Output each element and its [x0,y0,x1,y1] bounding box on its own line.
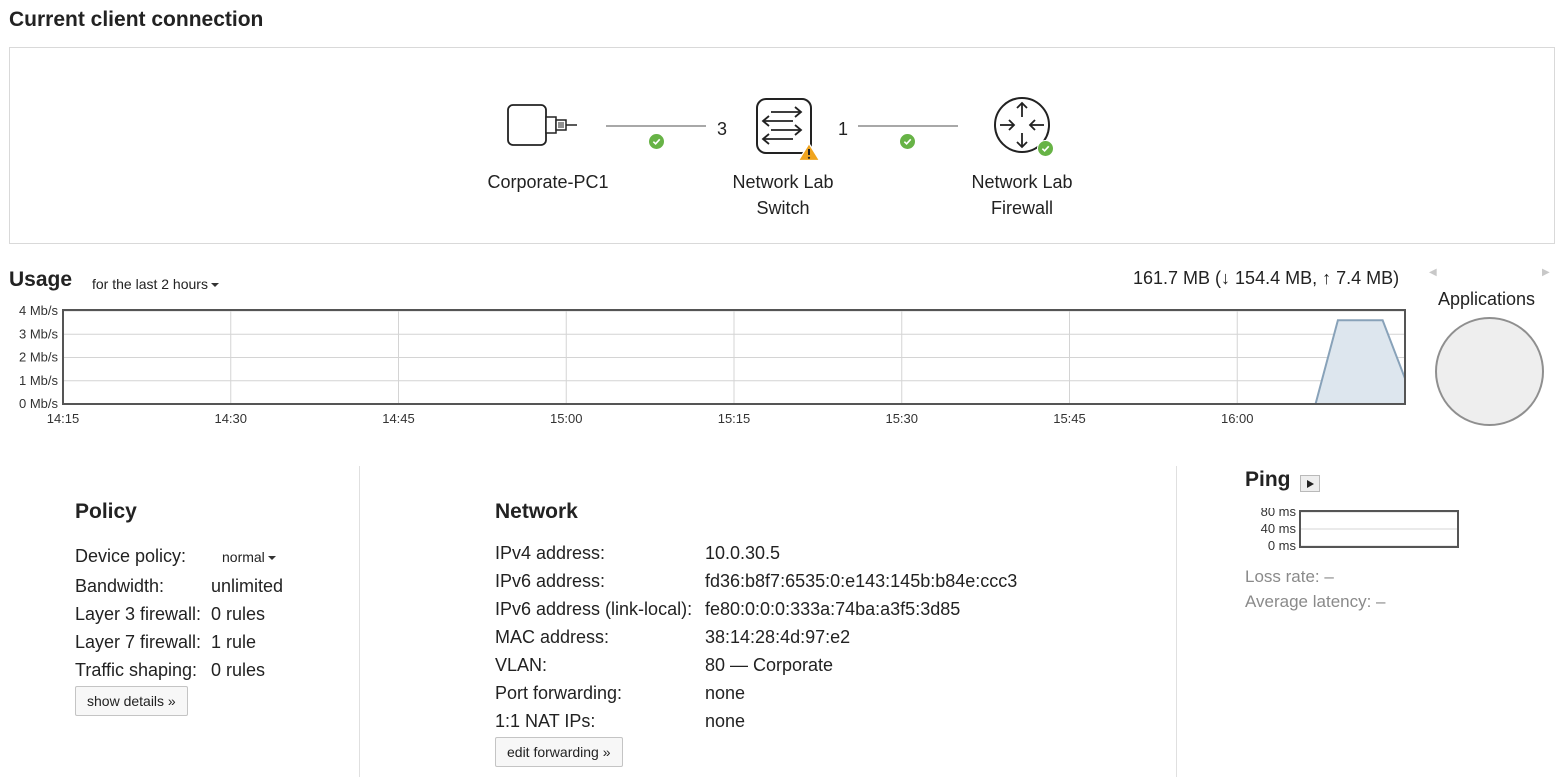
device-label-switch[interactable]: Network Lab Switch [713,169,853,221]
policy-value: 0 rules [211,604,266,624]
network-label: IPv6 address: [495,571,606,591]
network-value: 80 — Corporate [705,655,834,675]
x-tick-label: 16:00 [1221,411,1254,426]
y-tick-label: 0 ms [1268,538,1297,553]
applications-pie-chart [1435,317,1544,426]
loss-rate: Loss rate: – [1245,567,1334,586]
network-value: none [705,683,746,703]
policy-value: unlimited [211,576,284,596]
network-value: fe80:0:0:0:333a:74ba:a3f5:3d85 [705,599,961,619]
y-tick-label: 2 Mb/s [19,350,59,365]
y-tick-label: 4 Mb/s [19,303,59,318]
y-tick-label: 80 ms [1261,508,1297,519]
chevron-down-icon [210,283,219,288]
device-label-switch-line2: Switch [756,198,810,218]
next-arrow-icon[interactable]: ▶ [1542,267,1550,278]
y-tick-label: 40 ms [1261,521,1297,536]
x-tick-label: 15:45 [1053,411,1086,426]
policy-value: 0 rules [211,660,266,680]
network-label: VLAN: [495,655,548,675]
time-range-label: for the last 2 hours [92,276,208,292]
policy-title: Policy [75,500,137,523]
link-line [858,125,958,127]
link-line [606,125,706,127]
edit-forwarding-button[interactable]: edit forwarding » [495,737,623,767]
x-tick-label: 14:15 [47,411,80,426]
prev-arrow-icon[interactable]: ◀ [1429,267,1437,278]
device-policy-value: normal [222,549,265,565]
policy-label: Bandwidth: [75,576,165,596]
port-number: 3 [717,119,728,139]
x-tick-label: 15:15 [718,411,751,426]
panel-divider [359,466,360,777]
usage-total: 161.7 MB (↓ 154.4 MB, ↑ 7.4 MB) [1133,268,1400,288]
device-policy-dropdown[interactable]: normal [222,549,276,565]
policy-label: Traffic shaping: [75,660,198,680]
usage-title: Usage [9,268,73,291]
network-label: IPv6 address (link-local): [495,599,693,619]
play-button[interactable] [1300,475,1320,492]
applications-label: Applications [1438,289,1536,309]
network-label: MAC address: [495,627,610,647]
network-label: Port forwarding: [495,683,623,703]
device-label-firewall-line2: Firewall [990,198,1053,218]
device-label-corporate-pc1[interactable]: Corporate-PC1 [478,169,618,195]
link-ok-icon [900,134,915,149]
network-title: Network [495,500,578,523]
chevron-down-icon [267,556,276,561]
usage-area [1203,320,1405,404]
policy-label: Device policy: [75,546,187,566]
y-tick-label: 3 Mb/s [19,326,59,341]
page-title: Current client connection [9,8,264,31]
x-tick-label: 15:30 [885,411,918,426]
desktop-icon[interactable] [506,103,580,154]
network-value: 38:14:28:4d:97:e2 [705,627,851,647]
show-details-button[interactable]: show details » [75,686,188,716]
network-label: 1:1 NAT IPs: [495,711,596,731]
panel-divider [1176,466,1177,777]
policy-value: 1 rule [211,632,257,652]
device-label-firewall-line1: Network Lab [971,172,1073,192]
check-icon [1037,140,1054,157]
ping-chart: 80 ms 40 ms 0 ms [1261,508,1459,553]
time-range-dropdown[interactable]: for the last 2 hours [92,276,219,292]
policy-label: Layer 3 firewall: [75,604,202,624]
average-latency: Average latency: – [1245,592,1386,611]
y-tick-label: 1 Mb/s [19,373,59,388]
ping-title: Ping [1245,468,1291,491]
play-icon [1307,479,1314,488]
network-value: 10.0.30.5 [705,543,781,563]
network-value: none [705,711,746,731]
usage-chart: 0 Mb/s 1 Mb/s 2 Mb/s 3 Mb/s 4 Mb/s 14:15 14:30… [19,303,1406,426]
x-tick-label: 14:45 [382,411,415,426]
x-tick-label: 15:00 [550,411,583,426]
device-label-firewall[interactable]: Network Lab Firewall [952,169,1092,221]
y-tick-label: 0 Mb/s [19,396,59,411]
policy-label: Layer 7 firewall: [75,632,202,652]
network-label: IPv4 address: [495,543,606,563]
warning-icon [797,142,821,167]
port-number: 1 [838,119,849,139]
link-ok-icon [649,134,664,149]
device-label-switch-line1: Network Lab [732,172,834,192]
network-value: fd36:b8f7:6535:0:e143:145b:b84e:ccc3 [705,571,1018,591]
x-tick-label: 14:30 [214,411,247,426]
